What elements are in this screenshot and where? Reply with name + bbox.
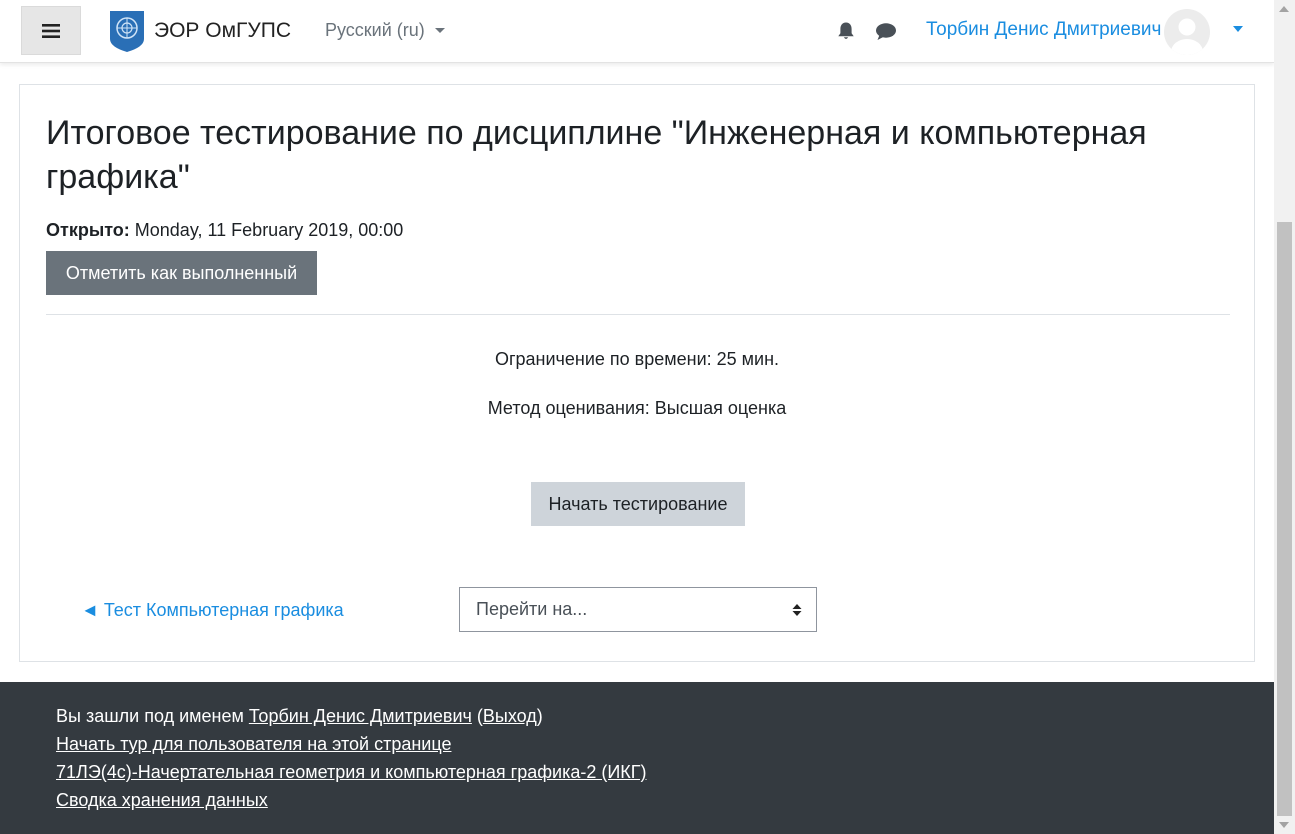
jump-to-selected-value: Перейти на... <box>476 599 588 619</box>
vertical-scrollbar[interactable] <box>1274 0 1295 834</box>
scroll-up-arrow-icon[interactable] <box>1279 6 1289 12</box>
tour-link-row: Начать тур для пользователя на этой стра… <box>56 734 451 755</box>
grading-method-text: Метод оценивания: Высшая оценка <box>487 398 787 418</box>
time-limit-text: Ограничение по времени: 25 мин. <box>494 349 780 369</box>
user-menu-chevron-icon[interactable] <box>1233 26 1243 32</box>
top-navbar: ЭОР ОмГУПС Русский ‎(ru)‎ Торбин Денис Д… <box>0 0 1274 63</box>
course-link-row: 71ЛЭ(4с)-Начертательная геометрия и комп… <box>56 762 647 783</box>
footer-profile-link[interactable]: Торбин Денис Дмитриевич <box>249 706 472 726</box>
site-brand[interactable]: ЭОР ОмГУПС <box>108 9 291 53</box>
divider <box>46 314 1230 315</box>
logout-close-paren: ) <box>536 706 543 726</box>
university-emblem-logo <box>110 11 144 52</box>
logout-link[interactable]: Выход <box>483 706 537 726</box>
language-label: Русский ‎(ru)‎ <box>325 20 425 40</box>
opened-label: Открыто: <box>46 220 130 240</box>
course-link[interactable]: 71ЛЭ(4с)-Начертательная геометрия и комп… <box>56 762 647 782</box>
start-tour-link[interactable]: Начать тур для пользователя на этой стра… <box>56 734 451 754</box>
start-attempt-button[interactable]: Начать тестирование <box>531 482 745 526</box>
hamburger-icon <box>42 23 60 38</box>
select-arrows-icon <box>792 604 802 616</box>
logged-in-prefix: Вы зашли под именем <box>56 706 249 726</box>
bell-icon[interactable] <box>836 21 856 41</box>
previous-activity-link[interactable]: ◄ Тест Компьютерная графика <box>81 600 344 621</box>
drawer-toggle-button[interactable] <box>21 6 81 55</box>
jump-to-select[interactable]: Перейти на... <box>459 587 817 632</box>
scroll-down-arrow-icon[interactable] <box>1279 822 1289 828</box>
opened-date: Открыто: Monday, 11 February 2019, 00:00 <box>46 220 403 241</box>
chevron-down-icon <box>434 28 445 33</box>
data-retention-row: Сводка хранения данных <box>56 790 268 811</box>
user-avatar-icon[interactable] <box>1164 9 1210 55</box>
logout-open-paren: ( <box>471 706 483 726</box>
page-title: Итоговое тестирование по дисциплине "Инж… <box>46 114 1147 196</box>
user-menu-name[interactable]: Торбин Денис Дмитриевич <box>926 19 1161 41</box>
data-retention-link[interactable]: Сводка хранения данных <box>56 790 268 810</box>
site-name: ЭОР ОмГУПС <box>154 19 292 42</box>
logged-in-info: Вы зашли под именем Торбин Денис Дмитрие… <box>56 706 543 727</box>
chat-bubble-icon[interactable] <box>875 22 897 41</box>
page-footer: Вы зашли под именем Торбин Денис Дмитрие… <box>0 682 1274 834</box>
opened-value: Monday, 11 February 2019, 00:00 <box>134 220 404 240</box>
mark-as-done-button[interactable]: Отметить как выполненный <box>46 251 317 295</box>
scrollbar-thumb[interactable] <box>1277 222 1292 816</box>
quiz-card: Итоговое тестирование по дисциплине "Инж… <box>19 84 1255 662</box>
language-menu[interactable]: Русский ‎(ru)‎ <box>325 20 445 41</box>
